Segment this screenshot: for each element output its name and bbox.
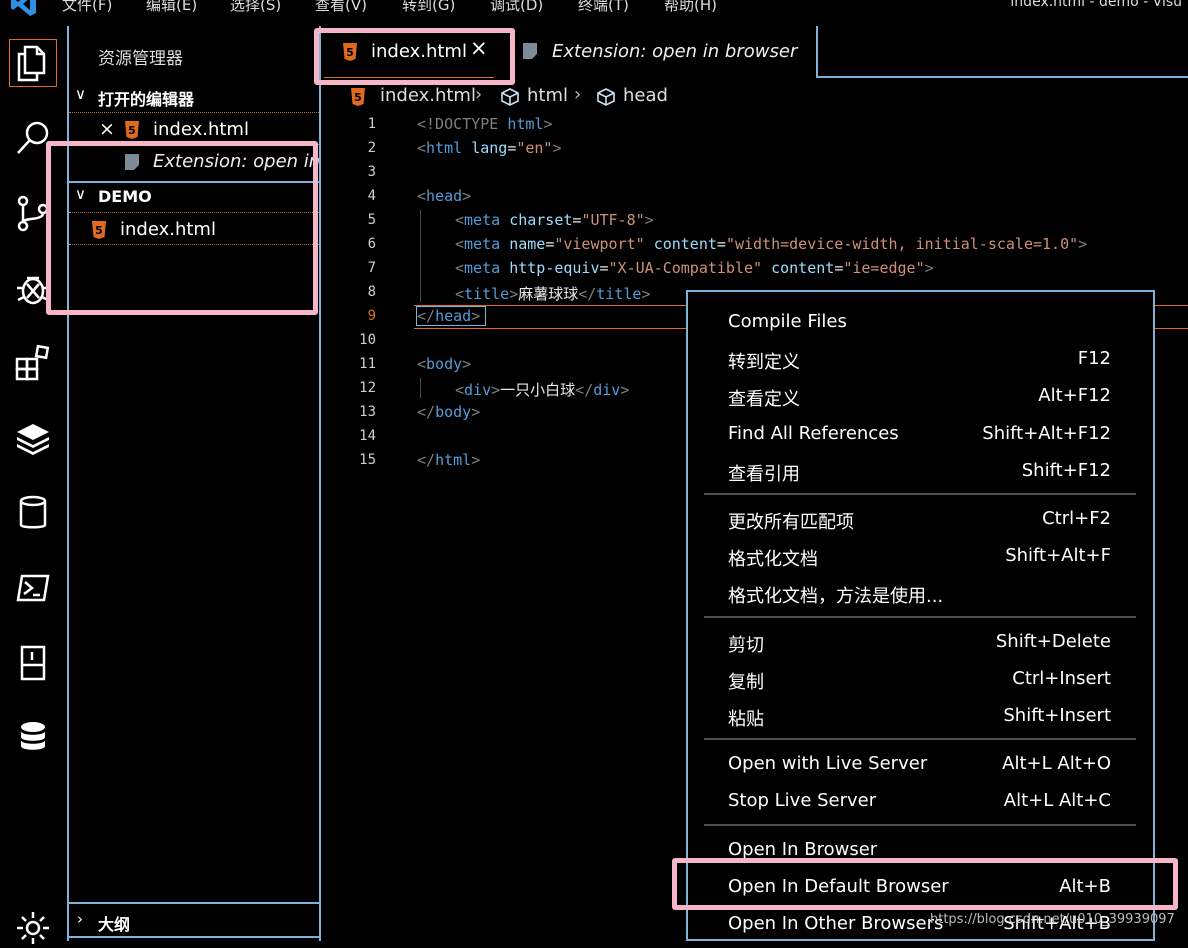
chevron-down-icon[interactable]: ∨ — [75, 85, 86, 103]
menu-go[interactable]: 转到(G) — [402, 0, 455, 15]
menu-separator — [704, 616, 1136, 618]
indent-guide — [420, 378, 421, 398]
tab-extension[interactable]: Extension: open in browser — [496, 26, 818, 78]
tab-bar-border — [818, 76, 1188, 78]
svg-text:5: 5 — [354, 91, 362, 104]
line-number: 7 — [367, 260, 376, 276]
menu-selection[interactable]: 选择(S) — [230, 0, 281, 15]
line-number: 1 — [367, 116, 376, 132]
menu-item-copy[interactable]: 复制 Ctrl+Insert — [728, 664, 1111, 694]
html5-icon: 5 — [125, 121, 139, 139]
menu-item-stop-live-server[interactable]: Stop Live Server Alt+L Alt+C — [728, 786, 1111, 816]
menu-debug[interactable]: 调试(D) — [490, 0, 543, 15]
code-line: <div>一只小白球</div> — [455, 381, 630, 399]
menu-separator — [704, 738, 1136, 740]
highlight-menu-item — [672, 858, 1178, 910]
indent-guide — [420, 210, 421, 302]
cube-icon — [501, 88, 519, 106]
code-line: <body> — [417, 355, 472, 373]
line-number: 3 — [367, 164, 376, 180]
menu-item-change-all-occurrences[interactable]: 更改所有匹配项 Ctrl+F2 — [728, 504, 1111, 534]
menu-file[interactable]: 文件(F) — [62, 0, 112, 15]
menu-item-peek-references[interactable]: 查看引用 Shift+F12 — [728, 456, 1111, 486]
menu-item-open-with-live-server[interactable]: Open with Live Server Alt+L Alt+O — [728, 749, 1111, 779]
line-number: 13 — [359, 404, 376, 420]
code-line: </head> — [417, 307, 481, 325]
menu-terminal[interactable]: 终端(T) — [578, 0, 629, 15]
code-line: <!DOCTYPE html> — [417, 115, 553, 133]
code-line: <html lang="en"> — [417, 139, 562, 157]
menu-item-cut[interactable]: 剪切 Shift+Delete — [728, 627, 1111, 657]
chevron-right-icon: › — [574, 84, 582, 105]
breadcrumb: 5 index.html › html › head — [324, 84, 1188, 110]
line-number: 14 — [359, 428, 376, 444]
cube-icon — [597, 88, 615, 106]
settings-icon[interactable] — [13, 908, 53, 948]
code-line: <head> — [417, 187, 472, 205]
context-menu: Compile Files 转到定义 F12 查看定义 Alt+F12 Find A… — [686, 290, 1155, 941]
menu-item-format-document-with[interactable]: 格式化文档，方法是使用... — [728, 578, 1111, 608]
code-line: </body> — [417, 403, 481, 421]
highlight-tab — [314, 28, 515, 85]
extensions-icon[interactable] — [13, 343, 53, 383]
breadcrumb-head[interactable]: head — [623, 85, 668, 106]
close-icon[interactable]: × — [99, 118, 115, 140]
open-editor-index-html[interactable]: index.html — [153, 119, 249, 140]
menu-item-peek-definition[interactable]: 查看定义 Alt+F12 — [728, 381, 1111, 411]
code-line: <meta name="viewport" content="width=dev… — [455, 235, 1088, 253]
line-number: 11 — [359, 356, 376, 372]
menu-bar: 文件(F) 编辑(E) 选择(S) 查看(V) 转到(G) 调试(D) 终端(T… — [0, 0, 1188, 22]
line-number: 8 — [367, 284, 376, 300]
menu-item-go-to-definition[interactable]: 转到定义 F12 — [728, 344, 1111, 374]
document-icon[interactable] — [13, 643, 53, 683]
menu-separator — [704, 493, 1136, 495]
line-number: 12 — [359, 380, 376, 396]
chevron-right-icon[interactable]: › — [77, 910, 83, 928]
menu-item-compile-files[interactable]: Compile Files — [728, 307, 1111, 337]
menu-view[interactable]: 查看(V) — [315, 0, 367, 15]
vscode-logo-icon — [11, 0, 36, 16]
database-stack-icon[interactable] — [13, 718, 53, 758]
line-number: 10 — [359, 332, 376, 348]
window-title: index.html - demo - Visu — [1010, 0, 1182, 10]
line-number: 2 — [367, 140, 376, 156]
code-line: <title>麻薯球球</title> — [455, 285, 651, 303]
html5-icon: 5 — [351, 88, 365, 106]
highlight-sidebar — [46, 141, 318, 315]
file-icon — [523, 43, 537, 59]
menu-help[interactable]: 帮助(H) — [664, 0, 717, 15]
terminal-icon[interactable] — [13, 568, 53, 608]
chevron-right-icon: › — [475, 84, 483, 105]
line-number: 4 — [367, 188, 376, 204]
layers-icon[interactable] — [13, 418, 53, 458]
line-number: 6 — [367, 236, 376, 252]
line-number: 15 — [359, 452, 376, 468]
menu-item-find-all-references[interactable]: Find All References Shift+Alt+F12 — [728, 419, 1111, 449]
open-editors-header[interactable]: 打开的编辑器 — [98, 86, 194, 110]
breadcrumb-html[interactable]: html — [527, 85, 568, 106]
menu-item-paste[interactable]: 粘贴 Shift+Insert — [728, 701, 1111, 731]
database-icon[interactable] — [13, 493, 53, 533]
explorer-icon[interactable] — [13, 43, 53, 83]
sidebar-title: 资源管理器 — [98, 49, 183, 69]
code-line: <meta http-equiv="X-UA-Compatible" conte… — [455, 259, 934, 277]
tab-label: Extension: open in browser — [552, 41, 798, 62]
code-line: <meta charset="UTF-8"> — [455, 211, 654, 229]
line-number-active: 9 — [367, 308, 376, 324]
watermark: https://blog.csdn.net/u010_39939097 — [930, 912, 1175, 927]
code-line: </html> — [417, 451, 481, 469]
outline-header[interactable]: 大纲 — [98, 911, 130, 935]
menu-edit[interactable]: 编辑(E) — [146, 0, 197, 15]
menu-separator — [704, 824, 1136, 826]
breadcrumb-file[interactable]: index.html — [380, 85, 476, 106]
line-number: 5 — [367, 212, 376, 228]
svg-text:5: 5 — [128, 124, 136, 137]
menu-item-format-document[interactable]: 格式化文档 Shift+Alt+F — [728, 541, 1111, 571]
